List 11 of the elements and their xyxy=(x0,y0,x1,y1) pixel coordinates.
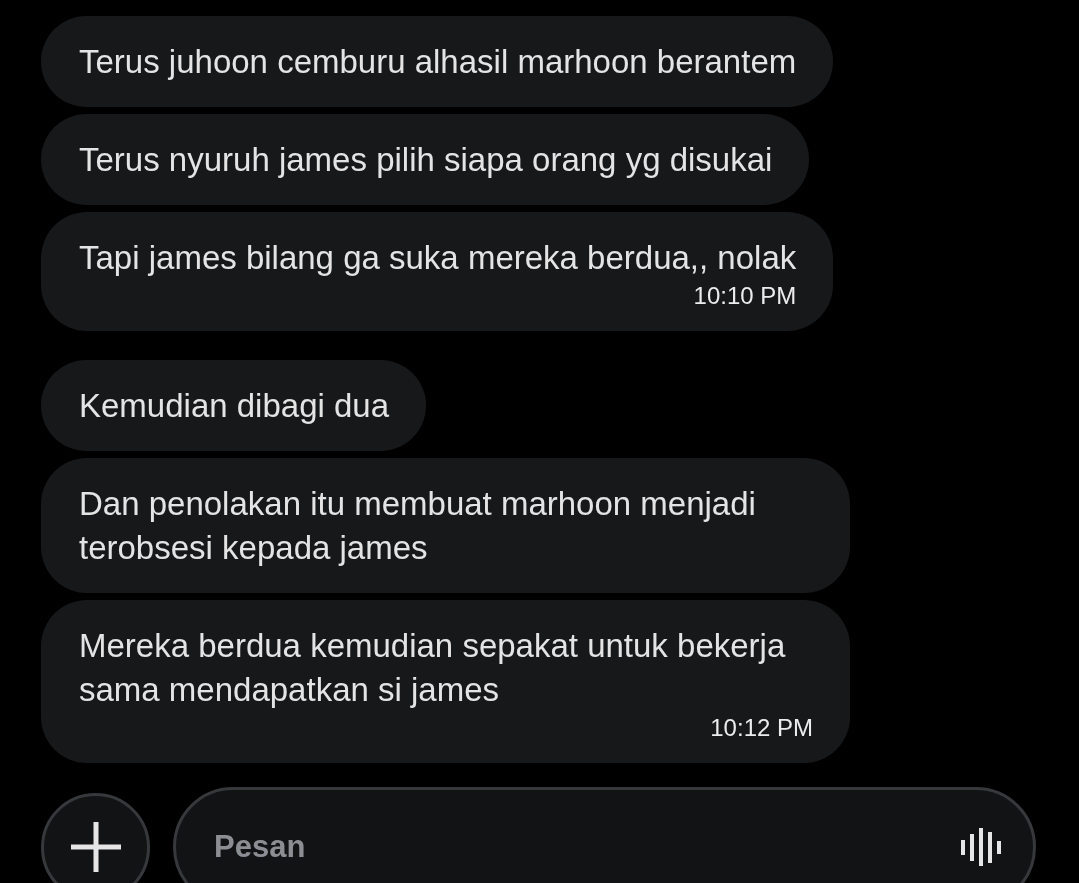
timestamp: 10:10 PM xyxy=(693,284,797,308)
message-text: Dan penolakan itu membuat marhoon menjadi terobsesi kepada james xyxy=(79,484,757,568)
waveform-icon[interactable] xyxy=(960,826,1002,868)
plus-icon xyxy=(70,822,121,872)
message-input[interactable]: Pesan xyxy=(173,787,1036,883)
message-text: Terus juhoon cemburu alhasil marhoon berantem xyxy=(79,42,797,82)
message-text: Tapi james bilang ga suka mereka berdua,, nolak xyxy=(79,238,797,278)
message-text: Mereka berdua kemudian sepakat untuk bekerja sama mendapatkan si james xyxy=(79,626,787,710)
message-text: Terus nyuruh james pilih siapa orang yg disukai xyxy=(79,140,773,180)
message-text: Kemudian dibagi dua xyxy=(79,386,390,426)
timestamp: 10:12 PM xyxy=(710,716,813,740)
